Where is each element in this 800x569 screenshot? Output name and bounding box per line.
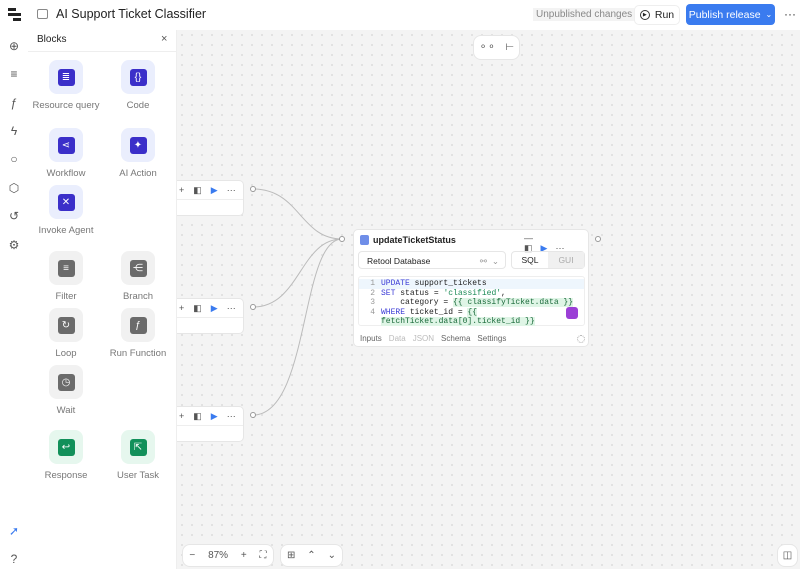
port: [595, 236, 601, 242]
tab-inputs[interactable]: Inputs: [360, 334, 382, 343]
node-title: updateTicketStatus: [373, 235, 456, 245]
resource-select[interactable]: Retool Database ⚯ ⌄: [358, 251, 506, 269]
block-wait[interactable]: ◷ Wait: [30, 365, 102, 417]
tab-schema[interactable]: Schema: [441, 334, 470, 343]
edge: [252, 188, 343, 240]
port: [339, 236, 345, 242]
bolt-icon[interactable]: ϟ: [6, 123, 22, 139]
block-ai-action[interactable]: ✦ AI Action: [102, 128, 174, 180]
function-icon[interactable]: ƒ: [6, 95, 22, 111]
block-response[interactable]: ↩ Response: [30, 430, 102, 482]
block-invoke-agent[interactable]: ✕ Invoke Agent: [30, 185, 102, 237]
canvas-layout-toolbar: ⚬⚬ ⊢: [473, 35, 520, 60]
branch-icon: ⋲: [129, 259, 147, 277]
block-label: Branch: [122, 291, 154, 302]
block-label: Loop: [55, 348, 77, 359]
code-line: 3 category = {{ classifyTicket.data }}: [370, 298, 574, 307]
block-label: AI Action: [119, 168, 157, 179]
block-resource-query[interactable]: ≣ Resource query: [30, 60, 102, 112]
tab-json[interactable]: JSON: [413, 334, 434, 343]
block-label: Resource query: [32, 100, 100, 111]
block-workflow[interactable]: ⋖ Workflow: [30, 128, 102, 180]
nav-controls: ⊞ ⌃ ⌄: [280, 544, 343, 567]
cube-icon[interactable]: ⬡: [6, 180, 22, 196]
link-icon: ⚯: [479, 256, 487, 266]
zoom-controls: − 87% + ⛶: [182, 544, 274, 567]
database-icon: [360, 235, 369, 245]
block-branch[interactable]: ⋲ Branch: [102, 251, 174, 303]
block-label: User Task: [116, 470, 160, 481]
block-loop[interactable]: ↻ Loop: [30, 308, 102, 360]
blocks-panel: Blocks × ≣ Resource query {} Code ⋖ Workflow ✦…: [28, 30, 177, 569]
block-user-task[interactable]: ⇱ User Task: [102, 430, 174, 482]
port: [250, 304, 256, 310]
auto-layout-icon[interactable]: ⚬⚬: [479, 42, 496, 53]
port: [250, 412, 256, 418]
gui-tab[interactable]: GUI: [548, 252, 584, 268]
share-icon: ⋖: [57, 136, 75, 154]
mode-toggle[interactable]: SQL GUI: [511, 251, 585, 269]
block-run-function[interactable]: ƒ Run Function: [102, 308, 174, 360]
sql-tab[interactable]: SQL: [512, 252, 548, 268]
user-task-icon: ⇱: [129, 438, 147, 456]
filter-icon: ≡: [57, 259, 75, 277]
loop-icon: ↻: [57, 316, 75, 334]
block-label: Code: [126, 100, 150, 111]
loading-icon: [577, 335, 585, 343]
map-icon: ◫: [782, 550, 793, 561]
node-tabs: Inputs Data JSON Schema Settings: [360, 334, 506, 343]
help-icon[interactable]: ?: [6, 551, 22, 567]
grid-icon[interactable]: ⊞: [287, 550, 295, 561]
tree-icon[interactable]: ⊢: [505, 42, 514, 53]
tab-data[interactable]: Data: [389, 334, 406, 343]
port: [250, 186, 256, 192]
code-line: 2 SET status = 'classified',: [370, 288, 506, 298]
search-icon[interactable]: ○: [6, 151, 22, 167]
list-icon[interactable]: ≡: [6, 66, 22, 82]
agent-icon: ✕: [57, 193, 75, 211]
left-rail: ⊕ ≡ ƒ ϟ ○ ⬡ ↺ ⚙ ➚?: [0, 30, 28, 569]
gear-icon[interactable]: ⚙: [6, 237, 22, 253]
database-icon: ≣: [57, 68, 75, 86]
zoom-level: 87%: [208, 550, 229, 561]
return-icon: ↩: [57, 438, 75, 456]
close-icon[interactable]: ×: [161, 33, 167, 45]
block-label: Response: [44, 470, 88, 481]
rocket-icon[interactable]: ➚: [6, 523, 22, 539]
function-icon: ƒ: [129, 316, 147, 334]
minimap-toggle[interactable]: ◫: [777, 544, 798, 567]
sql-editor[interactable]: 1 UPDATE support_tickets 2 SET status = 'cl…: [358, 276, 585, 326]
block-label: Run Function: [109, 348, 167, 359]
code-line: fetchTicket.data[0].ticket_id }}: [381, 317, 535, 326]
edge: [252, 238, 343, 416]
code-line: 1 UPDATE support_tickets: [359, 279, 584, 289]
panel-title: Blocks: [37, 34, 67, 45]
zoom-out-button[interactable]: −: [189, 550, 195, 561]
block-filter[interactable]: ≡ Filter: [30, 251, 102, 303]
agent-badge-icon[interactable]: [566, 307, 578, 319]
tab-settings[interactable]: Settings: [477, 334, 506, 343]
fit-view-icon[interactable]: ⛶: [260, 550, 267, 561]
braces-icon: {}: [129, 68, 147, 86]
chevron-down-icon[interactable]: ⌄: [328, 550, 336, 561]
plus-circle-icon[interactable]: ⊕: [6, 38, 22, 54]
clock-icon: ◷: [57, 373, 75, 391]
update-ticket-status-node[interactable]: updateTicketStatus —◧▶⋯ Retool Database ⚯…: [353, 229, 589, 347]
block-code[interactable]: {} Code: [102, 60, 174, 112]
code-line: 4 WHERE ticket_id = {{: [370, 307, 478, 317]
block-label: Filter: [55, 291, 77, 302]
history-icon[interactable]: ↺: [6, 208, 22, 224]
block-label: Workflow: [46, 168, 86, 179]
chevron-down-icon: ⌄: [491, 256, 499, 266]
edge: [252, 238, 343, 308]
block-label: Wait: [56, 405, 76, 416]
zoom-in-button[interactable]: +: [241, 550, 247, 561]
chevron-up-icon[interactable]: ⌃: [307, 550, 315, 561]
sparkle-icon: ✦: [129, 136, 147, 154]
block-label: Invoke Agent: [38, 225, 94, 236]
